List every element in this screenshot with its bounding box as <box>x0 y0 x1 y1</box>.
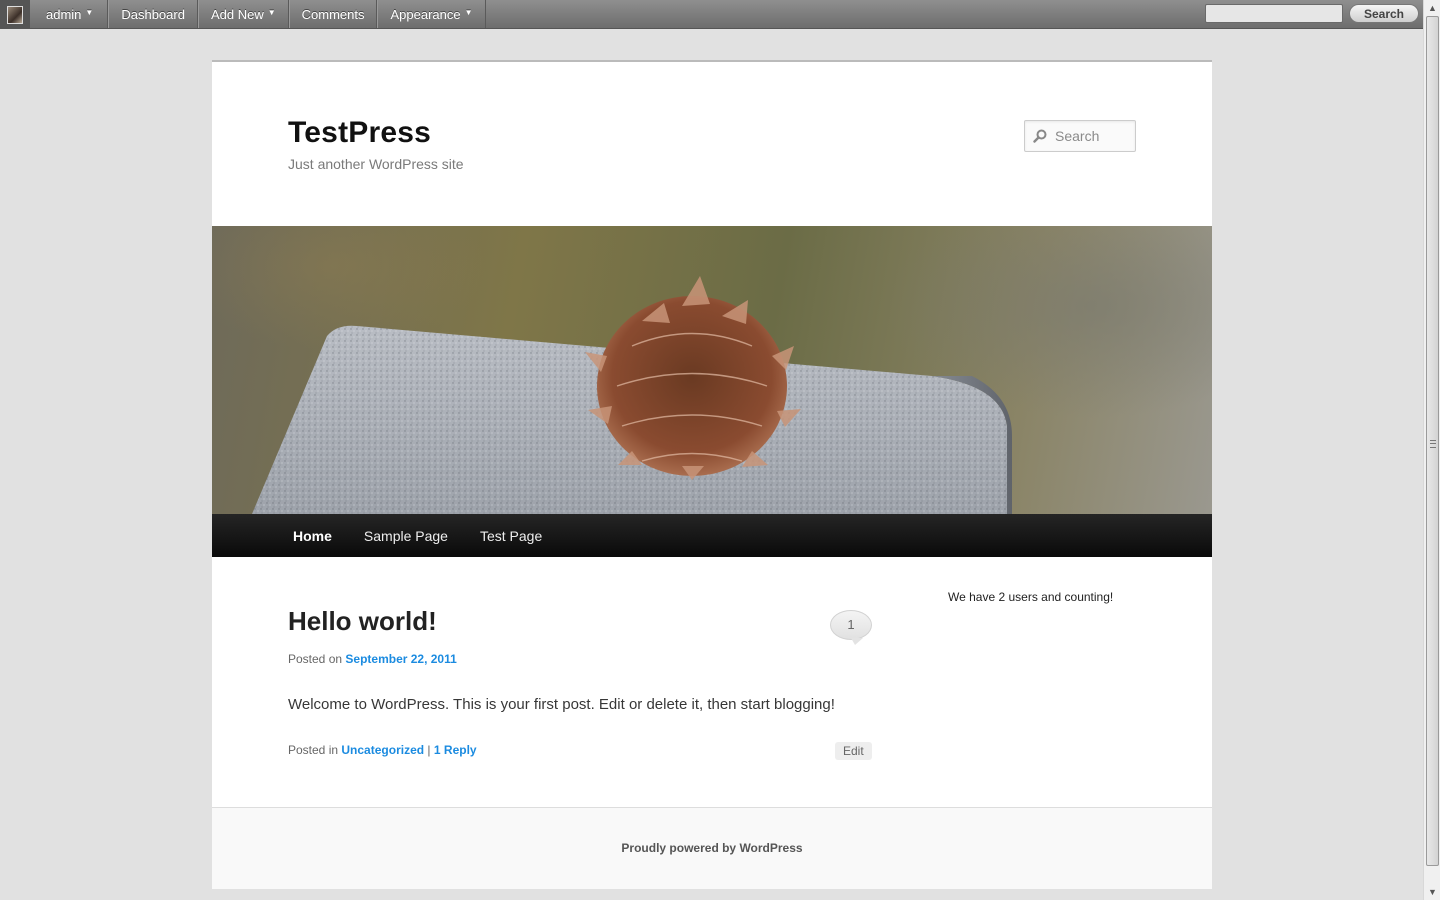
footer-credit-link[interactable]: Proudly powered by WordPress <box>212 841 1212 855</box>
posted-on-prefix: Posted on <box>288 652 343 666</box>
site-title[interactable]: TestPress <box>288 116 431 150</box>
post-meta-date: Posted on September 22, 2011 <box>288 652 457 666</box>
category-link[interactable]: Uncategorized <box>341 743 424 757</box>
admin-bar-label-appearance: Appearance <box>390 6 461 22</box>
admin-bar-search-button[interactable]: Search <box>1349 4 1419 23</box>
post-date-link[interactable]: September 22, 2011 <box>345 652 456 666</box>
chevron-down-icon: ▼ <box>85 7 94 17</box>
post-content: Welcome to WordPress. This is your first… <box>288 696 835 713</box>
scroll-down-arrow-icon[interactable]: ▼ <box>1425 884 1440 900</box>
admin-bar-item-appearance[interactable]: Appearance ▼ <box>377 0 486 28</box>
chevron-down-icon: ▼ <box>464 7 473 17</box>
meta-separator: | <box>427 743 431 757</box>
admin-bar-label-add-new: Add New <box>210 6 264 22</box>
site-footer: Proudly powered by WordPress <box>212 807 1212 889</box>
sidebar-widget-text: We have 2 users and counting! <box>948 590 1114 604</box>
reply-link[interactable]: 1 Reply <box>434 743 477 757</box>
admin-bar-label-admin: admin <box>46 6 82 22</box>
admin-bar-item-add-new[interactable]: Add New ▼ <box>197 0 289 28</box>
scrollbar-thumb[interactable] <box>1426 16 1439 866</box>
nav-item-home[interactable]: Home <box>277 514 348 557</box>
comment-count-bubble[interactable]: 1 <box>830 610 872 645</box>
admin-bar-item-admin[interactable]: admin ▼ <box>30 0 109 28</box>
admin-bar-search: Search <box>1205 4 1419 23</box>
admin-bar-item-dashboard[interactable]: Dashboard <box>108 0 198 28</box>
admin-bar-item-comments[interactable]: Comments <box>288 0 378 28</box>
browser-scrollbar[interactable]: ▲ ▼ <box>1423 0 1440 900</box>
edit-post-link[interactable]: Edit <box>835 742 872 760</box>
header-search-input[interactable] <box>1055 122 1133 150</box>
nav-item-sample-page[interactable]: Sample Page <box>348 514 464 557</box>
chevron-down-icon: ▼ <box>267 7 276 17</box>
main-navigation: Home Sample Page Test Page <box>212 514 1212 557</box>
avatar-image <box>7 5 23 24</box>
admin-bar-search-input[interactable] <box>1205 4 1343 23</box>
site-description: Just another WordPress site <box>288 156 464 172</box>
avatar[interactable] <box>0 0 30 29</box>
header-search <box>1024 120 1136 152</box>
admin-bar-label-comments: Comments <box>301 6 365 22</box>
scroll-up-arrow-icon[interactable]: ▲ <box>1425 0 1440 16</box>
admin-bar: admin ▼ Dashboard Add New ▼ Comments Appea… <box>0 0 1423 29</box>
admin-bar-label-dashboard: Dashboard <box>121 6 185 22</box>
header-image[interactable] <box>212 226 1212 514</box>
post-meta-footer: Posted in Uncategorized | 1 Reply <box>288 743 477 757</box>
page-container: TestPress Just another WordPress site Se… <box>212 60 1212 889</box>
grip-icon <box>1430 440 1436 448</box>
nav-item-test-page[interactable]: Test Page <box>464 514 558 557</box>
search-icon <box>1025 121 1055 151</box>
post-title[interactable]: Hello world! <box>288 606 437 637</box>
posted-in-prefix: Posted in <box>288 743 339 757</box>
